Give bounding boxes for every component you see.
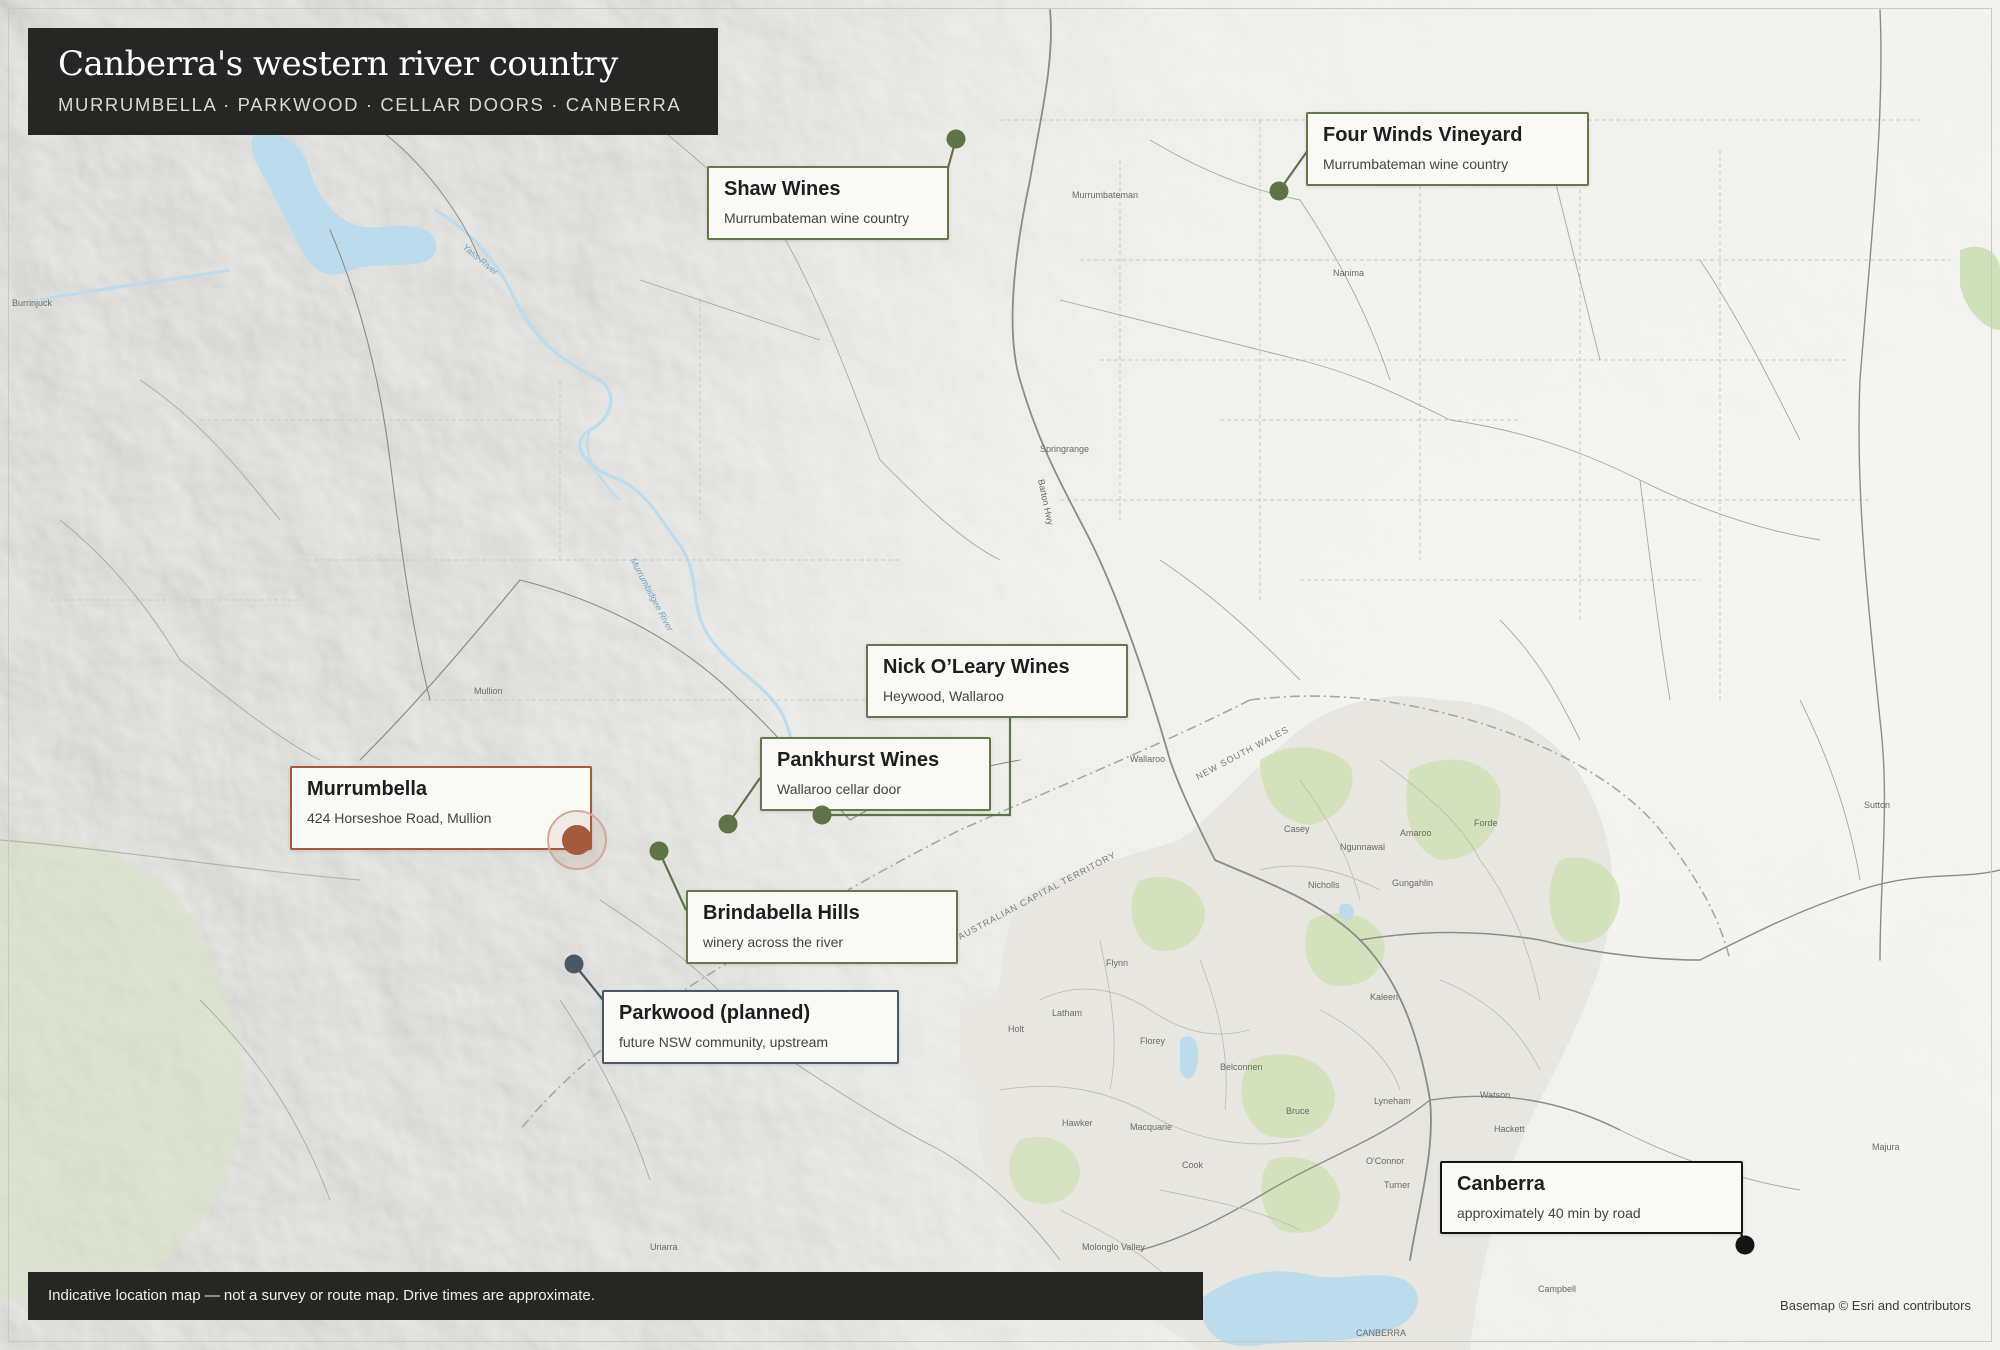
- place-label-flynn: Flynn: [1106, 958, 1128, 968]
- pin-parkwood[interactable]: [564, 954, 584, 974]
- pin-murrumbella[interactable]: [562, 825, 592, 855]
- map-title: Canberra's western river country: [58, 44, 618, 84]
- callout-desc: winery across the river: [703, 934, 844, 950]
- callout-desc: Murrumbateman wine country: [1323, 156, 1509, 172]
- callout-desc: Wallaroo cellar door: [777, 781, 901, 797]
- place-label-canberra-city: CANBERRA: [1356, 1328, 1406, 1338]
- place-label-uriarra: Uriarra: [650, 1242, 678, 1252]
- place-label-hackett: Hackett: [1494, 1124, 1525, 1134]
- disclaimer-text: Indicative location map — not a survey o…: [48, 1287, 595, 1304]
- place-label-hawker: Hawker: [1062, 1118, 1093, 1128]
- place-label-murrumbateman: Murrumbateman: [1072, 190, 1138, 200]
- map-title-panel: Canberra's western river country MURRUMB…: [28, 28, 718, 135]
- place-label-springrange: Springrange: [1040, 444, 1089, 454]
- place-label-florey: Florey: [1140, 1036, 1166, 1046]
- place-label-nicholls: Nicholls: [1308, 880, 1340, 890]
- place-label-belconnen: Belconnen: [1220, 1062, 1263, 1072]
- place-label-macquarie: Macquarie: [1130, 1122, 1172, 1132]
- pin-nick-oleary[interactable]: [812, 805, 832, 825]
- callout-shaw-wines[interactable]: Shaw Wines Murrumbateman wine country: [707, 166, 949, 240]
- pin-canberra[interactable]: [1735, 1235, 1755, 1255]
- callout-desc: 424 Horseshoe Road, Mullion: [307, 810, 492, 826]
- callout-desc: Heywood, Wallaroo: [883, 688, 1004, 704]
- callout-nick-oleary[interactable]: Nick O’Leary Wines Heywood, Wallaroo: [866, 644, 1128, 718]
- place-label-forde: Forde: [1474, 818, 1498, 828]
- place-label-latham: Latham: [1052, 1008, 1082, 1018]
- place-label-ngunnawal: Ngunnawal: [1340, 842, 1385, 852]
- callout-brindabella[interactable]: Brindabella Hills winery across the rive…: [686, 890, 958, 964]
- place-label-gungahlin: Gungahlin: [1392, 878, 1433, 888]
- place-label-amaroo: Amaroo: [1400, 828, 1432, 838]
- place-label-casey: Casey: [1284, 824, 1310, 834]
- place-label-bruce: Bruce: [1286, 1106, 1310, 1116]
- callout-four-winds[interactable]: Four Winds Vineyard Murrumbateman wine c…: [1306, 112, 1589, 186]
- place-label-oconnor: O'Connor: [1366, 1156, 1404, 1166]
- pin-brindabella[interactable]: [649, 841, 669, 861]
- place-label-nanima: Nanima: [1333, 268, 1364, 278]
- place-label-watson: Watson: [1480, 1090, 1510, 1100]
- place-label-holt: Holt: [1008, 1024, 1025, 1034]
- callout-name: Murrumbella: [307, 778, 428, 800]
- callout-parkwood[interactable]: Parkwood (planned) future NSW community,…: [602, 990, 899, 1064]
- place-label-cook: Cook: [1182, 1160, 1204, 1170]
- disclaimer-panel: Indicative location map — not a survey o…: [28, 1272, 1203, 1320]
- callout-desc: approximately 40 min by road: [1457, 1205, 1641, 1221]
- callout-name: Shaw Wines: [724, 178, 841, 200]
- place-label-burrinjuck: Burrinjuck: [12, 298, 53, 308]
- basemap-credit: Basemap © Esri and contributors: [1780, 1298, 1971, 1313]
- place-label-majura: Majura: [1872, 1142, 1900, 1152]
- place-label-molonglo: Molonglo Valley: [1082, 1242, 1145, 1252]
- callout-name: Parkwood (planned): [619, 1002, 811, 1024]
- pin-pankhurst[interactable]: [718, 814, 738, 834]
- callout-pankhurst[interactable]: Pankhurst Wines Wallaroo cellar door: [760, 737, 991, 811]
- callout-name: Brindabella Hills: [703, 902, 860, 924]
- place-label-kaleen: Kaleen: [1370, 992, 1398, 1002]
- map-subtitle: MURRUMBELLA · PARKWOOD · CELLAR DOORS · …: [58, 94, 682, 115]
- place-label-wallaroo: Wallaroo: [1130, 754, 1165, 764]
- place-label-turner: Turner: [1384, 1180, 1410, 1190]
- callout-name: Canberra: [1457, 1173, 1545, 1195]
- callout-name: Pankhurst Wines: [777, 749, 940, 771]
- place-label-mullion: Mullion: [474, 686, 503, 696]
- pin-four-winds[interactable]: [1269, 181, 1289, 201]
- callout-desc: future NSW community, upstream: [619, 1034, 829, 1050]
- place-label-sutton: Sutton: [1864, 800, 1890, 810]
- pin-shaw-wines[interactable]: [946, 129, 966, 149]
- callout-name: Nick O’Leary Wines: [883, 656, 1070, 678]
- callout-desc: Murrumbateman wine country: [724, 210, 910, 226]
- place-label-campbell: Campbell: [1538, 1284, 1576, 1294]
- place-label-lyneham: Lyneham: [1374, 1096, 1411, 1106]
- callout-name: Four Winds Vineyard: [1323, 124, 1523, 146]
- map-stage: Murrumbateman Nanima Springrange Wallaro…: [0, 0, 2000, 1350]
- callout-canberra[interactable]: Canberra approximately 40 min by road: [1440, 1161, 1743, 1234]
